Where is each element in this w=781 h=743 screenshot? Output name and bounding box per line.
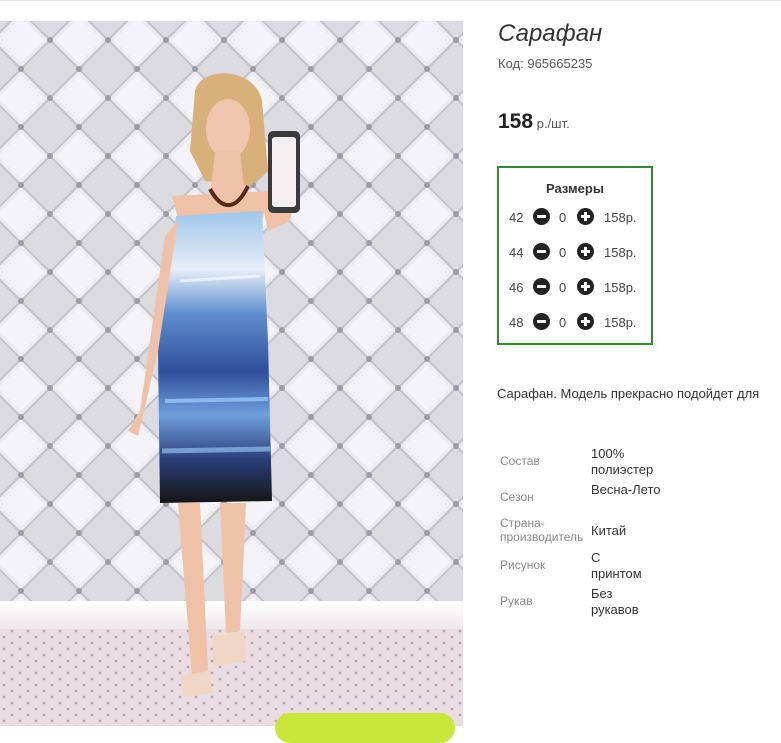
property-key: Состав	[500, 454, 540, 468]
size-price: 158р.	[604, 210, 637, 225]
minus-circle-icon[interactable]	[533, 208, 550, 225]
size-label: 48	[509, 315, 524, 330]
minus-circle-icon[interactable]	[533, 243, 550, 260]
plus-circle-icon[interactable]	[577, 313, 594, 330]
product-code-value: 965665235	[527, 56, 593, 71]
plus-circle-icon[interactable]	[577, 278, 594, 295]
property-key: Сезон	[500, 490, 534, 504]
property-key: Рукав	[500, 594, 533, 608]
minus-circle-icon[interactable]	[533, 278, 550, 295]
product-title: Сарафан	[498, 20, 603, 47]
property-value: Весна-Лето	[591, 482, 661, 497]
top-divider	[0, 0, 781, 1]
property-value: Китай	[591, 523, 627, 538]
size-label: 46	[509, 280, 524, 295]
size-price: 158р.	[604, 245, 637, 260]
quantity-value: 0	[559, 315, 567, 330]
size-price: 158р.	[604, 315, 637, 330]
property-value: С принтом	[591, 550, 642, 581]
plus-circle-icon[interactable]	[577, 208, 594, 225]
product-price: 158 р./шт.	[498, 110, 570, 134]
product-code-label: Код:	[498, 56, 524, 71]
size-label: 42	[509, 210, 524, 225]
quantity-value: 0	[559, 210, 567, 225]
size-label: 44	[509, 245, 524, 260]
product-photo-image	[0, 21, 463, 726]
property-key: Рисунок	[500, 558, 546, 572]
price-value: 158	[498, 110, 534, 133]
sizes-panel: Размеры 42 0 158р. 44 0 158р. 46 0 158р.…	[497, 166, 653, 345]
product-description: Сарафан. Модель прекрасно подойдет для	[497, 386, 760, 401]
add-to-cart-button[interactable]	[275, 713, 455, 743]
minus-circle-icon[interactable]	[533, 313, 550, 330]
property-value: 100% полиэстер	[591, 446, 654, 477]
product-code: Код: 965665235	[498, 56, 592, 71]
sizes-title: Размеры	[546, 181, 604, 196]
quantity-value: 0	[559, 245, 567, 260]
quantity-value: 0	[559, 280, 567, 295]
size-price: 158р.	[604, 280, 637, 295]
plus-circle-icon[interactable]	[577, 243, 594, 260]
property-value: Без рукавов	[591, 586, 639, 617]
property-key: Страна-производитель	[500, 516, 584, 544]
price-unit: р./шт.	[536, 116, 570, 131]
product-photo[interactable]	[0, 21, 463, 726]
